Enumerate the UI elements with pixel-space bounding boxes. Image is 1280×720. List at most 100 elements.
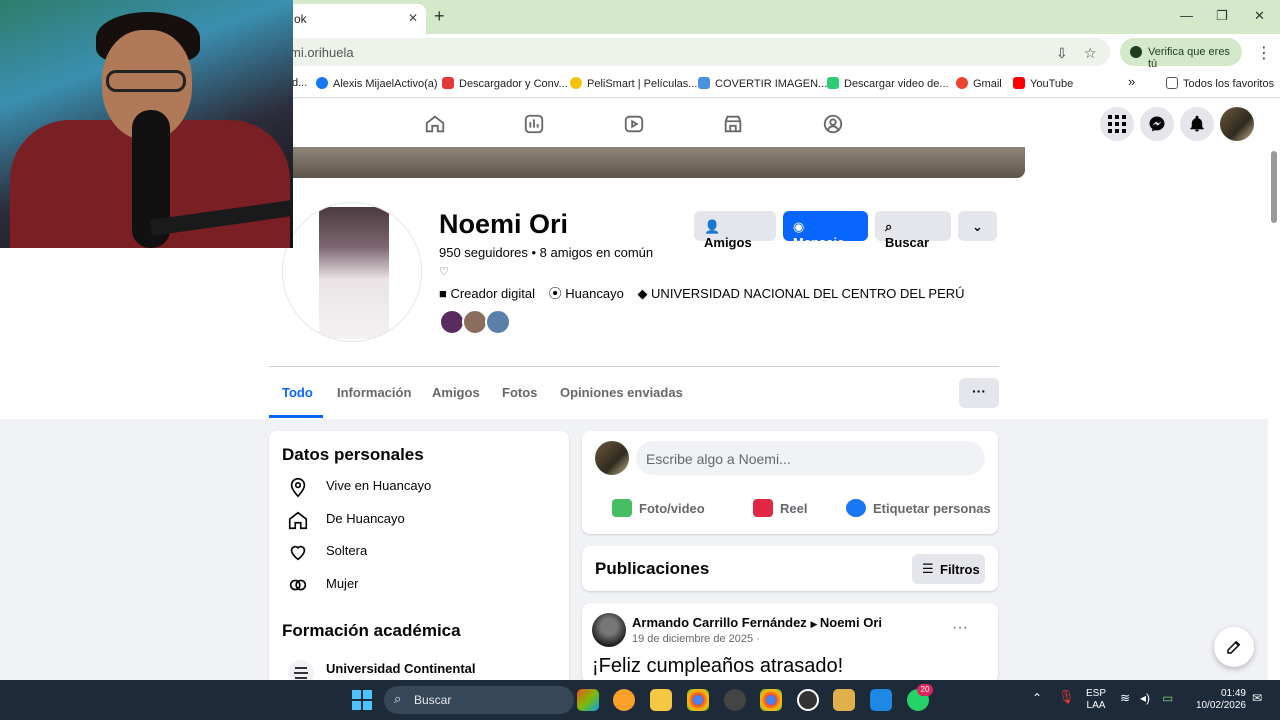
app-icon[interactable] (724, 689, 746, 711)
bookmark-item[interactable]: COVERTIR IMAGEN... (698, 77, 827, 90)
search-app-icon[interactable] (613, 689, 635, 711)
taskbar-search[interactable]: ⌕ Buscar (384, 686, 574, 714)
reel-icon (753, 499, 773, 517)
post-target-name[interactable]: Noemi Ori (820, 615, 882, 630)
tab-all[interactable]: Todo (282, 385, 313, 400)
account-avatar[interactable] (1220, 107, 1254, 141)
tag-people-icon (846, 499, 866, 517)
more-options-button[interactable]: ⌄ (958, 211, 997, 241)
personal-data-card: Datos personales Vive en Huancayo De Hua… (269, 431, 569, 691)
tag-people-button[interactable]: Etiquetar personas (846, 499, 991, 517)
chevron-up-icon[interactable]: ⌃ (1032, 692, 1042, 704)
pelismart-icon (570, 77, 582, 89)
copilot-icon[interactable] (577, 689, 599, 711)
notification-center-icon[interactable]: ✉ (1252, 692, 1262, 704)
bookmark-item[interactable]: d... (292, 77, 307, 89)
photo-icon (612, 499, 632, 517)
messenger-button[interactable] (1140, 107, 1174, 141)
photo-video-button[interactable]: Foto/video (612, 499, 705, 517)
new-message-button[interactable] (1214, 627, 1254, 667)
message-button[interactable]: ◉ Mensaje (783, 211, 868, 250)
location-icon (290, 477, 306, 498)
profile-picture[interactable] (282, 202, 422, 342)
more-bookmarks-icon[interactable]: » (1128, 74, 1135, 89)
post-options-icon[interactable]: ··· (952, 619, 968, 637)
clock[interactable]: 01:49 10/02/2026 (1190, 688, 1246, 712)
verify-identity-button[interactable]: Verifica que eres tú (1120, 38, 1242, 70)
heart-icon (698, 77, 710, 89)
battery-icon[interactable]: ▭ (1162, 692, 1173, 704)
post-author-avatar[interactable] (592, 613, 626, 647)
volume-icon[interactable]: ◂) (1140, 692, 1150, 704)
filters-button[interactable]: ☰ Filtros (912, 554, 985, 584)
minimize-icon[interactable]: — (1180, 8, 1193, 23)
close-window-icon[interactable]: ✕ (1254, 8, 1265, 24)
education-title: Formación académica (282, 621, 461, 640)
all-bookmarks-folder[interactable]: Todos los favoritos (1166, 77, 1274, 90)
tab-reviews-given[interactable]: Opiniones enviadas (560, 385, 683, 400)
tab-information[interactable]: Información (337, 385, 411, 400)
home-icon[interactable] (424, 113, 446, 135)
bookmark-item[interactable]: Descargar video de... (827, 77, 949, 90)
groups-icon[interactable] (822, 113, 844, 135)
feeds-icon[interactable] (523, 113, 545, 135)
tab-title: ok (294, 12, 307, 26)
composer-input[interactable]: Escribe algo a Noemi... (636, 441, 985, 475)
notifications-button[interactable] (1180, 107, 1214, 141)
browser-menu-icon[interactable]: ⋮ (1256, 43, 1272, 63)
bookmark-item[interactable]: PeliSmart | Películas... (570, 77, 697, 90)
video-icon[interactable] (623, 113, 645, 135)
install-app-icon[interactable]: ⇩ (1056, 45, 1068, 62)
bookmark-item[interactable]: Gmail (956, 77, 1002, 90)
scroll-thumb[interactable] (1271, 151, 1277, 223)
bookmark-item[interactable]: Alexis MijaelActivo(a) (316, 77, 438, 90)
video-editor-icon[interactable] (833, 689, 855, 711)
heart-icon (290, 545, 306, 561)
media-player-icon[interactable] (797, 689, 819, 711)
briefcase-icon: ■ (439, 286, 451, 301)
profile-info-line: ■ Creador digital ⦿ Huancayo ◆ UNIVERSID… (439, 283, 975, 302)
cover-photo[interactable] (282, 147, 1025, 178)
language-indicator[interactable]: ESP LAA (1086, 688, 1106, 712)
url-field[interactable]: mi.orihuela (280, 38, 1110, 66)
personal-data-title: Datos personales (282, 445, 424, 464)
friend-avatar[interactable] (485, 309, 511, 335)
chrome-icon[interactable] (687, 689, 709, 711)
windows-start-icon[interactable] (352, 690, 372, 710)
reel-button[interactable]: Reel (753, 499, 807, 517)
posts-header: Publicaciones ☰ Filtros (582, 546, 998, 591)
info-item-work: ■ Creador digital (439, 286, 536, 301)
bookmark-item[interactable]: Descargador y Conv... (442, 77, 568, 90)
maximize-icon[interactable]: ❐ (1216, 8, 1228, 24)
followers-count[interactable]: 950 seguidores • 8 amigos en común (439, 245, 653, 260)
close-tab-icon[interactable]: ✕ (408, 11, 418, 25)
microphone-icon[interactable]: 🎙 (1058, 690, 1075, 703)
google-icon (956, 77, 968, 89)
more-tabs-button[interactable]: ··· (959, 378, 999, 408)
composer-avatar[interactable] (595, 441, 629, 475)
profile-name: Noemi Ori (439, 209, 569, 239)
menu-grid-button[interactable] (1100, 107, 1134, 141)
active-tab-indicator (269, 415, 323, 418)
tab-photos[interactable]: Fotos (502, 385, 537, 400)
page-scrollbar[interactable] (1268, 99, 1280, 680)
home-icon (288, 511, 308, 530)
info-item-education: ◆ UNIVERSIDAD NACIONAL DEL CENTRO DEL PE… (637, 286, 965, 301)
windows-taskbar: ⌕ Buscar 20 ⌃ 🎙 ESP LAA ≋ ◂) ▭ 01:49 10/02… (0, 680, 1280, 720)
photos-icon[interactable] (870, 689, 892, 711)
bookmark-item[interactable]: YouTube (1013, 77, 1073, 90)
post-author-name[interactable]: Armando Carrillo Fernández (632, 615, 807, 630)
tab-friends[interactable]: Amigos (432, 385, 480, 400)
chrome-profile-icon[interactable] (760, 689, 782, 711)
friends-button[interactable]: 👤 Amigos (694, 211, 776, 250)
post-date[interactable]: 19 de diciembre de 2025 · (632, 633, 760, 645)
search-profile-button[interactable]: ⌕ Buscar (875, 211, 951, 250)
marketplace-icon[interactable] (722, 113, 744, 135)
file-explorer-icon[interactable] (650, 689, 672, 711)
new-tab-icon[interactable]: + (434, 6, 445, 27)
messenger-icon: ◉ (793, 219, 805, 234)
bookmark-star-icon[interactable]: ☆ (1084, 45, 1097, 62)
browser-tab[interactable]: ok ✕ (280, 4, 426, 34)
wifi-icon[interactable]: ≋ (1120, 692, 1130, 704)
person-icon: 👤 (704, 219, 721, 234)
